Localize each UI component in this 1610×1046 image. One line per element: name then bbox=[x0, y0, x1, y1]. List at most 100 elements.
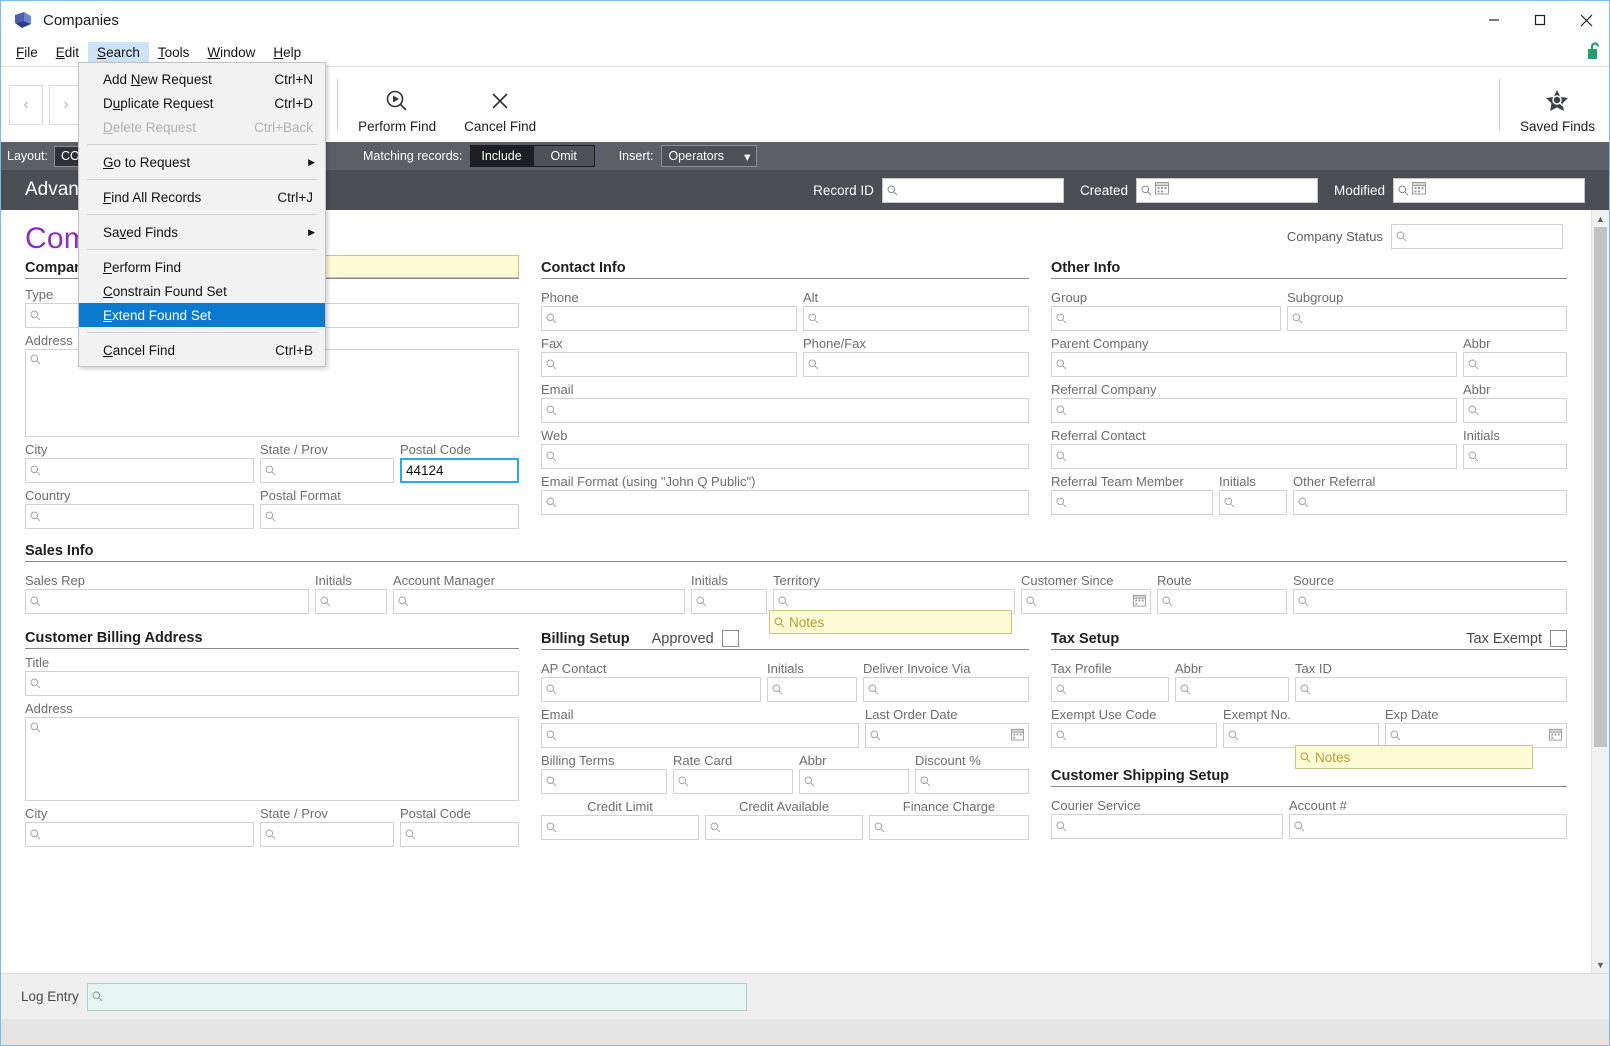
finance-charge-input[interactable] bbox=[869, 815, 1029, 840]
scroll-up-arrow-icon[interactable]: ▲ bbox=[1592, 210, 1609, 227]
credit-limit-input[interactable] bbox=[541, 815, 699, 840]
menu-saved-finds[interactable]: Saved Finds ▶ bbox=[79, 220, 325, 244]
log-entry-input[interactable] bbox=[86, 982, 747, 1011]
record-nav-buttons: ‹ › bbox=[9, 84, 83, 125]
credit-available-input[interactable] bbox=[705, 815, 863, 840]
billing-terms-input[interactable] bbox=[541, 769, 667, 794]
menu-help[interactable]: Help bbox=[264, 42, 310, 64]
phone-input[interactable] bbox=[541, 306, 797, 331]
route-input[interactable] bbox=[1157, 589, 1287, 614]
company-country-input[interactable] bbox=[25, 504, 254, 529]
billing-notes-input[interactable]: Notes bbox=[769, 610, 1012, 634]
parent-abbr-input[interactable] bbox=[1463, 352, 1567, 377]
nav-prev-button[interactable]: ‹ bbox=[9, 84, 43, 125]
menu-window[interactable]: Window bbox=[198, 42, 264, 64]
account-manager-initials-input[interactable] bbox=[691, 589, 767, 614]
subgroup-input[interactable] bbox=[1287, 306, 1567, 331]
created-input[interactable] bbox=[1135, 177, 1318, 203]
tax-id-input[interactable] bbox=[1295, 677, 1567, 702]
insert-operators-select[interactable]: Operators ▾ bbox=[661, 145, 758, 167]
ap-contact-input[interactable] bbox=[541, 677, 761, 702]
discount-pct-input[interactable] bbox=[915, 769, 1029, 794]
other-referral-label: Other Referral bbox=[1293, 474, 1376, 489]
search-icon bbox=[92, 991, 103, 1002]
parent-company-input[interactable] bbox=[1051, 352, 1457, 377]
lock-open-icon[interactable] bbox=[1587, 41, 1603, 66]
close-button[interactable] bbox=[1563, 1, 1609, 39]
customer-since-input[interactable] bbox=[1021, 589, 1151, 614]
record-id-input[interactable] bbox=[881, 177, 1064, 203]
include-button[interactable]: Include bbox=[470, 145, 533, 167]
billing-state-input[interactable] bbox=[260, 822, 394, 847]
sales-rep-label: Sales Rep bbox=[25, 573, 85, 588]
deliver-invoice-via-input[interactable] bbox=[863, 677, 1029, 702]
company-city-input[interactable] bbox=[25, 458, 254, 483]
email-input[interactable] bbox=[541, 398, 1029, 423]
account-no-input[interactable] bbox=[1289, 814, 1567, 839]
courier-service-input[interactable] bbox=[1051, 814, 1283, 839]
tax-exempt-checkbox[interactable] bbox=[1550, 630, 1567, 647]
menu-extend-found-set[interactable]: Extend Found Set bbox=[79, 303, 325, 327]
rate-card-input[interactable] bbox=[673, 769, 793, 794]
referral-team-member-input[interactable] bbox=[1051, 490, 1213, 515]
vertical-scrollbar[interactable]: ▲ ▼ bbox=[1591, 210, 1609, 973]
cancel-find-button[interactable]: Cancel Find bbox=[450, 83, 550, 142]
sales-rep-input[interactable] bbox=[25, 589, 309, 614]
calendar-icon[interactable] bbox=[1154, 181, 1169, 200]
tax-abbr-input[interactable] bbox=[1175, 677, 1289, 702]
menu-cancel-find[interactable]: Cancel Find Ctrl+B bbox=[79, 338, 325, 362]
saved-finds-button[interactable]: Saved Finds bbox=[1506, 83, 1609, 142]
scrollbar-thumb[interactable] bbox=[1594, 227, 1607, 747]
account-manager-input[interactable] bbox=[393, 589, 685, 614]
menu-perform-find[interactable]: Perform Find bbox=[79, 255, 325, 279]
referral-contact-input[interactable] bbox=[1051, 444, 1457, 469]
tax-profile-input[interactable] bbox=[1051, 677, 1169, 702]
maximize-button[interactable] bbox=[1517, 1, 1563, 39]
other-referral-input[interactable] bbox=[1293, 490, 1567, 515]
minimize-button[interactable] bbox=[1471, 1, 1517, 39]
billing-title-input[interactable] bbox=[25, 671, 519, 696]
calendar-icon[interactable] bbox=[1549, 728, 1562, 744]
referral-initials-input[interactable] bbox=[1463, 444, 1567, 469]
web-input[interactable] bbox=[541, 444, 1029, 469]
phone-fax-input[interactable] bbox=[803, 352, 1029, 377]
postal-format-input[interactable] bbox=[260, 504, 519, 529]
menu-tools[interactable]: Tools bbox=[149, 42, 199, 64]
last-order-date-input[interactable] bbox=[865, 723, 1029, 748]
group-input[interactable] bbox=[1051, 306, 1281, 331]
calendar-icon[interactable] bbox=[1011, 728, 1024, 744]
company-state-input[interactable] bbox=[260, 458, 394, 483]
perform-find-button[interactable]: Perform Find bbox=[344, 83, 450, 142]
referral-abbr-input[interactable] bbox=[1463, 398, 1567, 423]
billing-city-input[interactable] bbox=[25, 822, 254, 847]
alt-phone-input[interactable] bbox=[803, 306, 1029, 331]
referral-company-input[interactable] bbox=[1051, 398, 1457, 423]
billing-email-input[interactable] bbox=[541, 723, 859, 748]
company-postal-input[interactable]: 44124 bbox=[400, 458, 519, 483]
tax-setup-section: Tax Setup Tax Exempt Tax Profile Abbr Ta… bbox=[1051, 630, 1567, 847]
shipping-notes-input[interactable]: Notes bbox=[1295, 745, 1533, 769]
sales-rep-initials-input[interactable] bbox=[315, 589, 387, 614]
source-input[interactable] bbox=[1293, 589, 1567, 614]
approved-checkbox[interactable] bbox=[721, 630, 739, 647]
app-logo-icon bbox=[13, 10, 33, 30]
calendar-icon[interactable] bbox=[1412, 181, 1426, 200]
rate-abbr-input[interactable] bbox=[799, 769, 909, 794]
menu-constrain-found-set[interactable]: Constrain Found Set bbox=[79, 279, 325, 303]
email-format-input[interactable] bbox=[541, 490, 1029, 515]
fax-input[interactable] bbox=[541, 352, 797, 377]
ap-initials-input[interactable] bbox=[767, 677, 857, 702]
team-initials-input[interactable] bbox=[1219, 490, 1287, 515]
billing-address-input[interactable] bbox=[25, 717, 519, 801]
omit-button[interactable]: Omit bbox=[532, 145, 595, 167]
exempt-use-code-input[interactable] bbox=[1051, 723, 1217, 748]
menu-file[interactable]: File bbox=[7, 42, 47, 64]
menu-search[interactable]: Search bbox=[88, 41, 149, 64]
calendar-icon[interactable] bbox=[1133, 594, 1146, 610]
title-bar: Companies bbox=[1, 1, 1609, 39]
billing-postal-input[interactable] bbox=[400, 822, 519, 847]
company-status-input[interactable] bbox=[1391, 224, 1563, 249]
scroll-down-arrow-icon[interactable]: ▼ bbox=[1592, 956, 1609, 973]
modified-input[interactable] bbox=[1393, 177, 1585, 203]
menu-edit[interactable]: Edit bbox=[47, 42, 88, 64]
